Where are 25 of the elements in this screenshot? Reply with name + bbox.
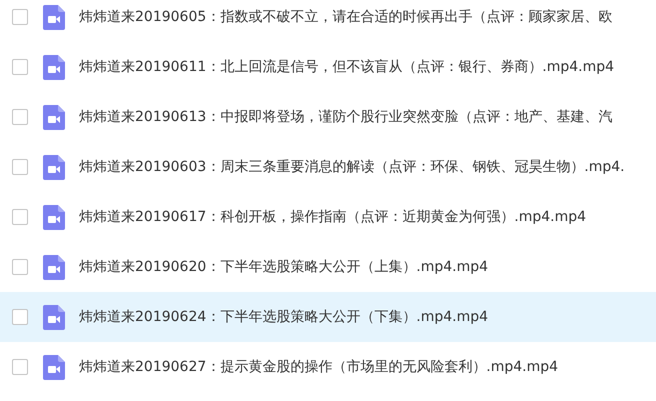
file-name: 炜炜道来20190603：周末三条重要消息的解读（点评：环保、钢铁、冠昊生物）.mp4. (79, 158, 625, 176)
video-file-icon (43, 204, 65, 230)
video-file-icon (43, 154, 65, 180)
file-name: 炜炜道来20190627：提示黄金股的操作（市场里的无风险套利）.mp4.mp4 (79, 358, 558, 376)
checkbox[interactable] (12, 359, 28, 375)
file-name: 炜炜道来20190624：下半年选股策略大公开（下集）.mp4.mp4 (79, 308, 488, 326)
checkbox[interactable] (12, 309, 28, 325)
checkbox[interactable] (12, 109, 28, 125)
checkbox[interactable] (12, 159, 28, 175)
video-file-icon (43, 304, 65, 330)
file-name: 炜炜道来20190611：北上回流是信号，但不该盲从（点评：银行、券商）.mp4.mp4 (79, 58, 614, 76)
file-name: 炜炜道来20190620：下半年选股策略大公开（上集）.mp4.mp4 (79, 258, 488, 276)
checkbox[interactable] (12, 59, 28, 75)
checkbox[interactable] (12, 209, 28, 225)
checkbox[interactable] (12, 259, 28, 275)
video-file-icon (43, 254, 65, 280)
video-file-icon (43, 4, 65, 30)
video-file-icon (43, 54, 65, 80)
checkbox[interactable] (12, 9, 28, 25)
video-file-icon (43, 354, 65, 380)
file-name: 炜炜道来20190617：科创开板，操作指南（点评：近期黄金为何强）.mp4.mp4 (79, 208, 586, 226)
file-name: 炜炜道来20190605：指数或不破不立，请在合适的时候再出手（点评：顾家家居、欧 (79, 8, 612, 26)
file-name: 炜炜道来20190613：中报即将登场，谨防个股行业突然变脸（点评：地产、基建、汽 (79, 108, 612, 126)
file-row[interactable]: 炜炜道来20190624：下半年选股策略大公开（下集）.mp4.mp4 (0, 292, 656, 342)
video-file-icon (43, 104, 65, 130)
